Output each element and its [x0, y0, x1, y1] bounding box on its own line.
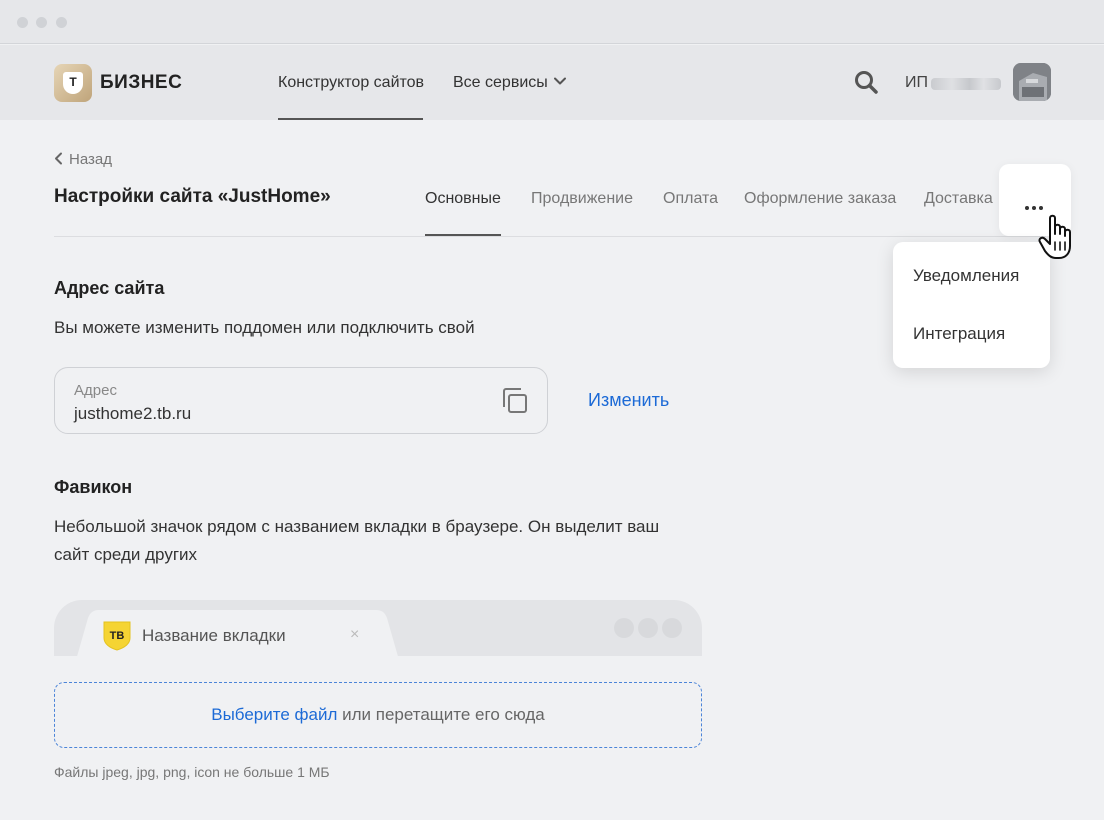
dropzone-text: или перетащите его сюда — [337, 705, 545, 724]
brand-logo[interactable]: Т — [54, 64, 92, 102]
window-minimize-dot[interactable] — [36, 17, 47, 28]
favicon-description: Небольшой значок рядом с названием вклад… — [54, 517, 660, 564]
tabs-divider — [54, 236, 1046, 237]
back-link[interactable]: Назад — [54, 151, 112, 168]
nav-all-services[interactable]: Все сервисы — [453, 74, 566, 92]
avatar-image-icon — [1013, 63, 1051, 101]
upload-hint: Файлы jpeg, jpg, png, icon не больше 1 М… — [54, 764, 330, 780]
favicon-upload-dropzone[interactable]: Выберите файл или перетащите его сюда — [54, 682, 702, 748]
preview-tab-title: Название вкладки — [142, 626, 286, 645]
site-address-field[interactable]: Адрес justhome2.tb.ru — [54, 367, 548, 434]
preview-window-dot — [662, 618, 682, 638]
change-address-link[interactable]: Изменить — [588, 390, 669, 411]
chevron-left-icon — [55, 152, 62, 165]
page-title: Настройки сайта «JustHome» — [54, 186, 331, 207]
avatar[interactable] — [1013, 63, 1051, 101]
copy-icon[interactable] — [502, 387, 528, 414]
brand-name[interactable]: БИЗНЕС — [100, 72, 182, 94]
tab-payment[interactable]: Оплата — [663, 190, 718, 208]
favicon-heading: Фавикон — [54, 477, 133, 497]
logo-shield-icon: Т — [63, 72, 83, 94]
search-icon[interactable] — [853, 69, 879, 95]
address-heading: Адрес сайта — [54, 278, 165, 298]
chevron-down-icon — [553, 77, 566, 85]
close-icon: × — [350, 626, 360, 643]
tab-delivery[interactable]: Доставка — [924, 190, 993, 208]
address-description: Вы можете изменить поддомен или подключи… — [54, 318, 475, 337]
site-address-value: justhome2.tb.ru — [74, 404, 192, 423]
nav-site-builder[interactable]: Конструктор сайтов — [278, 74, 424, 92]
preview-window-dot — [614, 618, 634, 638]
favicon-badge-text: ТВ — [110, 630, 125, 642]
more-tabs-dropdown: Уведомления Интеграция — [893, 242, 1050, 368]
nav-active-indicator — [278, 118, 423, 120]
window-titlebar — [0, 0, 1104, 44]
hand-cursor-icon — [1038, 214, 1071, 259]
preview-window-dot — [638, 618, 658, 638]
top-header: Т БИЗНЕС Конструктор сайтов Все сервисы … — [0, 45, 1104, 120]
tab-checkout[interactable]: Оформление заказа — [744, 190, 896, 208]
user-name-redacted — [931, 78, 1001, 90]
nav-all-services-label: Все сервисы — [453, 74, 548, 91]
menu-item-notifications[interactable]: Уведомления — [913, 266, 1019, 286]
menu-item-integration[interactable]: Интеграция — [913, 324, 1005, 344]
favicon-badge-icon: ТВ — [102, 620, 132, 651]
user-account-label[interactable]: ИП — [905, 74, 928, 92]
tab-main[interactable]: Основные — [425, 190, 501, 208]
choose-file-link[interactable]: Выберите файл — [211, 705, 337, 724]
window-maximize-dot[interactable] — [56, 17, 67, 28]
window-close-dot[interactable] — [17, 17, 28, 28]
site-address-label: Адрес — [74, 382, 117, 399]
back-link-label: Назад — [69, 151, 112, 168]
tab-promotion[interactable]: Продвижение — [531, 190, 633, 208]
